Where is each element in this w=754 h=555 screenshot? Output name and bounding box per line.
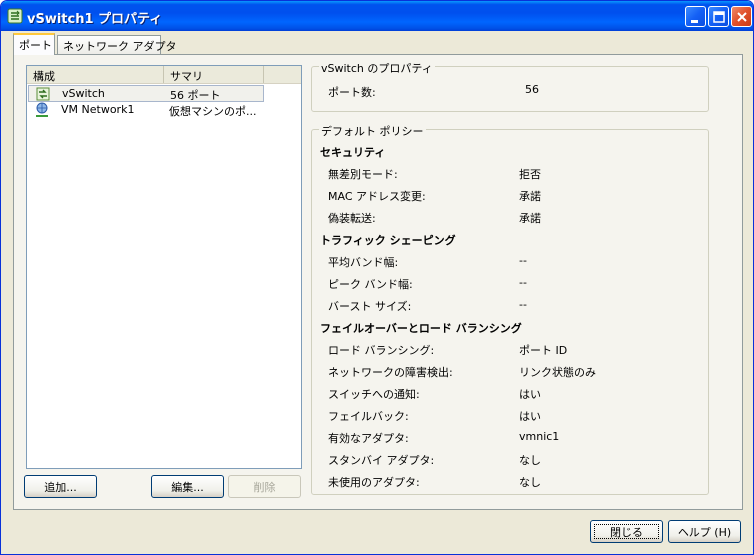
average-bandwidth-value: --	[519, 254, 527, 267]
failure-detection-label: ネットワークの障害検出:	[328, 366, 453, 379]
close-button[interactable]: 閉じる	[590, 520, 663, 543]
column-header-config[interactable]: 構成	[27, 66, 164, 83]
standby-adapters-value: なし	[519, 454, 541, 467]
properties-window: vSwitch1 プロパティ ポート ネットワーク アダプタ 構成 サマリ vS…	[0, 0, 754, 555]
burst-size-value: --	[519, 298, 527, 311]
vswitch-app-icon	[7, 8, 23, 24]
close-window-button[interactable]	[731, 6, 752, 27]
mac-change-value: 承諾	[519, 190, 541, 203]
port-count-label: ポート数:	[328, 86, 376, 99]
column-header-filler	[264, 66, 301, 83]
config-list[interactable]: 構成 サマリ vSwitch 56 ポート VM Network1 仮想マシンの…	[26, 65, 302, 469]
maximize-button[interactable]	[708, 6, 729, 27]
list-item-vm-network[interactable]: VM Network1 仮想マシンのポ...	[28, 102, 264, 119]
section-title-traffic-shaping: トラフィック シェーピング	[320, 234, 456, 247]
default-policy-group: デフォルト ポリシー セキュリティ 無差別モード: 拒否 MAC アドレス変更:…	[311, 123, 709, 495]
forged-transmits-label: 偽装転送:	[328, 212, 376, 225]
active-adapters-value: vmnic1	[519, 430, 560, 443]
unused-adapters-value: なし	[519, 476, 541, 489]
group-legend: vSwitch のプロパティ	[319, 60, 435, 76]
list-item-name: VM Network1	[61, 103, 135, 116]
list-item-summary: 仮想マシンのポ...	[169, 105, 257, 118]
edit-button[interactable]: 編集...	[151, 475, 224, 498]
ports-tab-panel: 構成 サマリ vSwitch 56 ポート VM Network1 仮想マシンの…	[13, 54, 743, 510]
minimize-button[interactable]	[685, 6, 706, 27]
tab-ports[interactable]: ポート	[13, 33, 55, 55]
unused-adapters-label: 未使用のアダプタ:	[328, 476, 420, 489]
promiscuous-mode-label: 無差別モード:	[328, 168, 398, 181]
focus-rect	[594, 524, 659, 539]
notify-switches-value: はい	[519, 388, 541, 401]
mac-change-label: MAC アドレス変更:	[328, 190, 426, 203]
title-bar[interactable]: vSwitch1 プロパティ	[1, 1, 753, 31]
group-legend: デフォルト ポリシー	[319, 123, 426, 139]
port-count-value: 56	[525, 83, 539, 96]
close-icon	[737, 12, 747, 22]
failback-value: はい	[519, 410, 541, 423]
forged-transmits-value: 承諾	[519, 212, 541, 225]
burst-size-label: バースト サイズ:	[328, 300, 412, 313]
vswitch-icon	[36, 87, 50, 101]
vswitch-properties-group: vSwitch のプロパティ ポート数: 56	[311, 60, 709, 112]
peak-bandwidth-label: ピーク バンド幅:	[328, 278, 413, 291]
window-title: vSwitch1 プロパティ	[27, 12, 163, 27]
list-item-name: vSwitch	[62, 87, 105, 100]
vm-network-icon	[36, 102, 48, 117]
section-title-failover: フェイルオーバーとロード バランシング	[320, 322, 522, 335]
help-button[interactable]: ヘルプ (H)	[668, 520, 741, 543]
section-title-security: セキュリティ	[320, 146, 386, 159]
average-bandwidth-label: 平均バンド幅:	[328, 256, 399, 269]
notify-switches-label: スイッチへの通知:	[328, 388, 420, 401]
standby-adapters-label: スタンバイ アダプタ:	[328, 454, 435, 467]
column-header-summary[interactable]: サマリ	[164, 66, 264, 83]
minimize-icon	[691, 20, 698, 23]
tab-network-adapters[interactable]: ネットワーク アダプタ	[57, 35, 177, 55]
failure-detection-value: リンク状態のみ	[519, 366, 596, 379]
load-balancing-label: ロード バランシング:	[328, 344, 435, 357]
add-button[interactable]: 追加...	[24, 475, 97, 498]
load-balancing-value: ポート ID	[519, 344, 568, 357]
delete-button[interactable]: 削除	[228, 475, 301, 498]
promiscuous-mode-value: 拒否	[519, 168, 541, 181]
list-header: 構成 サマリ	[27, 66, 301, 84]
active-adapters-label: 有効なアダプタ:	[328, 432, 409, 445]
list-item-summary: 56 ポート	[170, 89, 221, 102]
list-item-vswitch[interactable]: vSwitch 56 ポート	[28, 85, 264, 102]
failback-label: フェイルバック:	[328, 410, 409, 423]
peak-bandwidth-value: --	[519, 276, 527, 289]
maximize-icon	[713, 11, 725, 23]
